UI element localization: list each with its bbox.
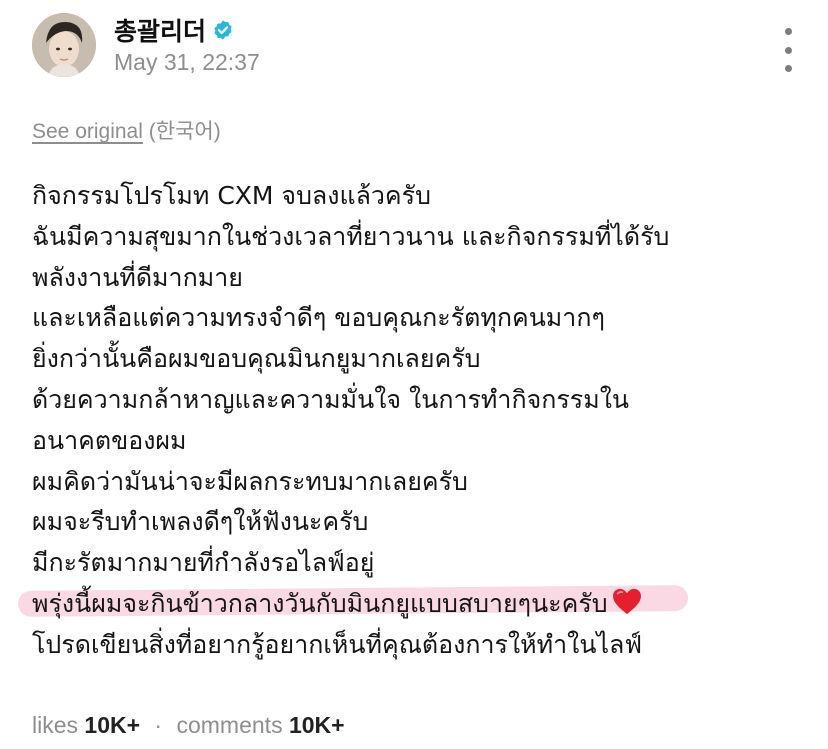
post-line: อนาคตของผม [32, 425, 187, 455]
post-line: และเหลือแต่ความทรงจำดีๆ ขอบคุณกะรัตทุกคน… [32, 303, 605, 333]
post-line: ยิ่งกว่านั้นคือผมขอบคุณมินกยูมากเลยครับ [32, 344, 481, 374]
post-line: ผมจะรีบทำเพลงดีๆให้ฟังนะครับ [32, 507, 369, 537]
post-line: ฉันมีความสุขมากในช่วงเวลาที่ยาวนาน และกิ… [32, 221, 670, 251]
highlighted-line-text: พรุ่งนี้ผมจะกินข้าวกลางวันกับมินกยูแบบสบ… [32, 588, 608, 618]
more-dots-icon [784, 28, 792, 35]
comments-count[interactable]: 10K+ [289, 712, 345, 738]
stats-separator: · [154, 712, 163, 738]
original-language-label: (한국어) [148, 120, 221, 143]
post-timestamp: May 31, 22:37 [114, 49, 260, 75]
post-line-highlighted: พรุ่งนี้ผมจะกินข้าวกลางวันกับมินกยูแบบสบ… [32, 584, 812, 625]
likes-label: likes [32, 712, 79, 738]
comments-label: comments [176, 712, 283, 738]
avatar[interactable] [32, 13, 96, 77]
likes-count[interactable]: 10K+ [84, 712, 140, 738]
post-header: 총괄리더 May 31, 22:37 [0, 0, 828, 100]
post-line: กิจกรรมโปรโมท CXM จบลงแล้วครับ [32, 181, 431, 210]
post-line: มีกะรัตมากมายที่กำลังรอไลฟ์อยู่ [32, 548, 375, 578]
translation-notice: See original (한국어) [32, 115, 221, 145]
more-options-button[interactable] [776, 28, 800, 72]
post-line: ผมคิดว่ามันน่าจะมีผลกระทบมากเลยครับ [32, 466, 468, 496]
see-original-link[interactable]: See original [32, 120, 143, 143]
verified-badge-icon [212, 19, 234, 41]
red-heart-icon [612, 587, 642, 627]
post-line: โปรดเขียนสิ่งที่อยากรู้อยากเห็นที่คุณต้อ… [32, 629, 643, 659]
avatar-photo [32, 13, 96, 77]
post-body: กิจกรรมโปรโมท CXM จบลงแล้วครับ ฉันมีความ… [32, 176, 812, 666]
engagement-stats: likes 10K+ · comments 10K+ [32, 712, 345, 739]
post-line: ด้วยความกล้าหาญและความมั่นใจ ในการทำกิจก… [32, 384, 629, 414]
post-line: พลังงานที่ดีมากมาย [32, 262, 243, 292]
author-name-text: 총괄리더 [114, 18, 207, 46]
author-name[interactable]: 총괄리더 [114, 12, 234, 48]
